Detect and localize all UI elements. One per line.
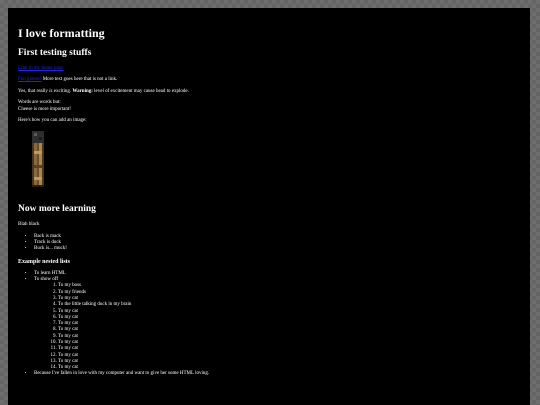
list-item-with-sublist: To show off To my boss To my friends To … [34,277,520,371]
words-paragraph: Words are words but: Cheese is more impo… [18,100,520,113]
warning-label: Warning: [72,88,93,94]
excite-text-after: level of excitement may cause head to ex… [92,88,189,94]
blah-paragraph: Blah black [18,222,40,228]
excite-text-before: Yes, that really [18,88,50,94]
list-item: Buck is... muck! [34,246,520,252]
page-title: I love formatting [18,26,105,40]
excite-text-mid: exciting. [52,88,73,94]
list-item: Because I've fallen in love with my comp… [34,371,520,377]
home-page-link[interactable]: Link to my home page [18,66,63,71]
image-intro-paragraph: Here's how you can add an image: [18,118,87,124]
torch-image [28,129,48,189]
simple-list: Back is mack Track is duck Buck is... mu… [18,234,520,253]
section-heading-second: Now more learning [18,204,96,215]
fun-games-link[interactable]: Fun games! [18,77,41,82]
words-line-1: Words are words but: [18,100,61,106]
excitement-paragraph: Yes, that really is exciting. Warning: l… [18,89,520,95]
fun-games-trailing-text: More text goes here that is not a link. [41,77,118,83]
section-heading-first: First testing stuffs [18,48,92,58]
nested-lists-heading: Example nested lists [18,258,71,265]
home-link-paragraph: Link to my home page [18,66,520,72]
torch-pixel-icon [32,131,44,188]
fun-games-paragraph: Fun games! More text goes here that is n… [18,77,520,83]
page-content: I love formatting First testing stuffs L… [8,8,530,405]
outer-nested-list: To learn HTML To show off To my boss To … [18,271,520,378]
list-item-label: To show off [34,277,59,283]
inner-ordered-list: To my boss To my friends To my cat To th… [34,283,520,371]
words-line-2: Cheese is more important! [18,106,71,112]
